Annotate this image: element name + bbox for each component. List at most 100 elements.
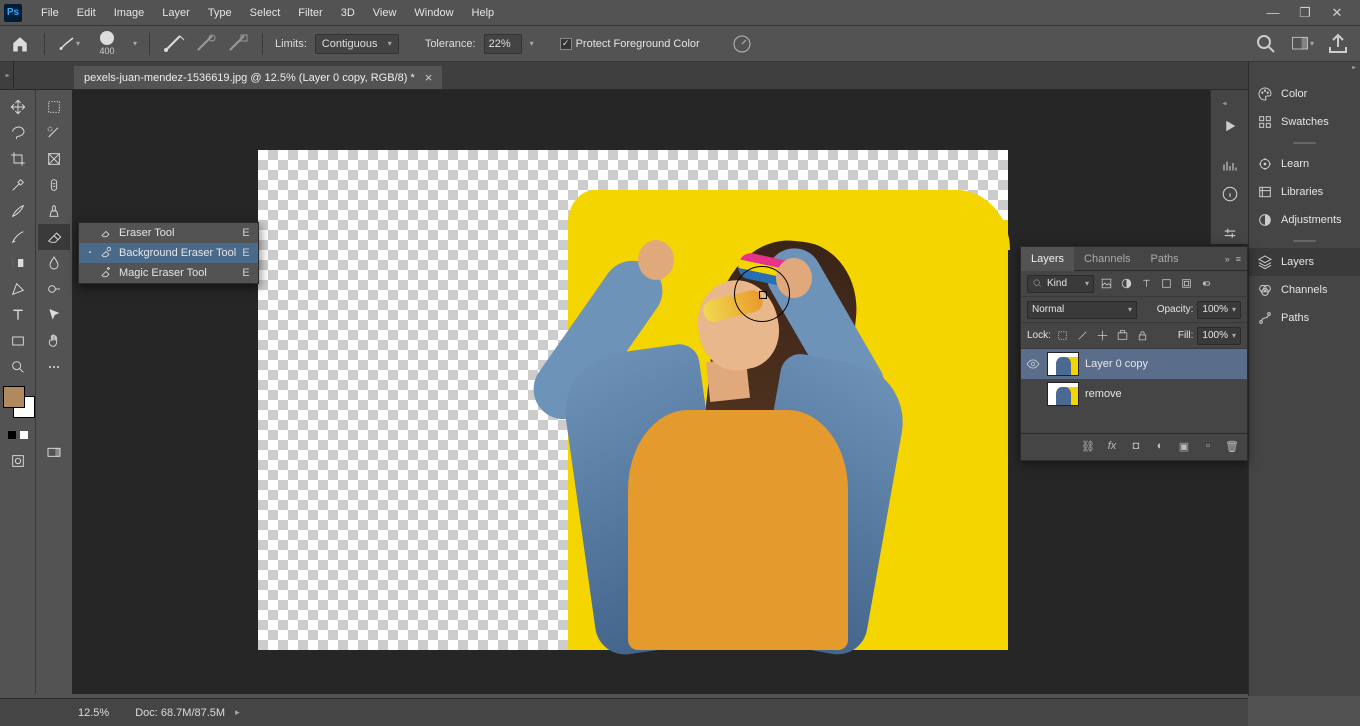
dodge-tool[interactable] — [38, 276, 70, 302]
opacity-input[interactable]: 100%▾ — [1197, 301, 1241, 319]
new-layer-icon[interactable]: ▫ — [1201, 440, 1215, 454]
menu-layer[interactable]: Layer — [153, 0, 199, 26]
filter-type-icon[interactable] — [1138, 276, 1154, 292]
limits-select[interactable]: Contiguous▾ — [315, 34, 399, 54]
expand-left-toggle[interactable] — [0, 61, 14, 89]
protect-fg-checkbox[interactable]: Protect Foreground Color — [560, 38, 700, 50]
menu-filter[interactable]: Filter — [289, 0, 331, 26]
brush-preview[interactable]: 400 — [89, 31, 125, 56]
visibility-toggle[interactable] — [1025, 386, 1041, 402]
gradient-tool[interactable] — [2, 250, 34, 276]
group-icon[interactable]: ▣ — [1177, 440, 1191, 454]
blend-mode-select[interactable]: Normal▾ — [1027, 301, 1137, 319]
lock-trans-icon[interactable] — [1055, 328, 1071, 344]
panel-color[interactable]: Color — [1249, 80, 1360, 108]
panel-paths[interactable]: Paths — [1249, 304, 1360, 332]
lock-all-icon[interactable] — [1135, 328, 1151, 344]
histogram-icon[interactable] — [1215, 156, 1245, 176]
layer-row[interactable]: Layer 0 copy — [1021, 349, 1247, 379]
filter-adjust-icon[interactable] — [1118, 276, 1134, 292]
adjustment-icon[interactable]: ◐ — [1153, 440, 1167, 454]
sampling-swatch-icon[interactable] — [226, 32, 250, 56]
tab-layers[interactable]: Layers — [1021, 247, 1074, 271]
tool-preset-picker[interactable]: ▾ — [57, 32, 81, 56]
panel-channels[interactable]: Channels — [1249, 276, 1360, 304]
screenmode-toggle[interactable] — [38, 440, 70, 466]
filter-smart-icon[interactable] — [1178, 276, 1194, 292]
path-select-tool[interactable] — [38, 302, 70, 328]
fx-icon[interactable]: fx — [1105, 440, 1119, 454]
maximize-button[interactable]: ❐ — [1296, 5, 1314, 21]
menu-window[interactable]: Window — [405, 0, 462, 26]
flyout-item[interactable]: Eraser ToolE — [79, 223, 258, 243]
close-tab-icon[interactable]: × — [425, 70, 433, 85]
sampling-once-icon[interactable] — [194, 32, 218, 56]
slice-tool[interactable] — [38, 146, 70, 172]
lock-nest-icon[interactable] — [1115, 328, 1131, 344]
collapse-toggle[interactable] — [1223, 96, 1237, 108]
quickmask-toggle[interactable] — [2, 448, 34, 474]
panel-layers[interactable]: Layers — [1249, 248, 1360, 276]
history-brush-tool[interactable] — [2, 224, 34, 250]
menu-view[interactable]: View — [364, 0, 406, 26]
menu-select[interactable]: Select — [241, 0, 290, 26]
flyout-item[interactable]: Magic Eraser ToolE — [79, 263, 258, 283]
menu-help[interactable]: Help — [463, 0, 504, 26]
pressure-icon[interactable] — [730, 32, 754, 56]
visibility-toggle[interactable] — [1025, 356, 1041, 372]
sampling-continuous-icon[interactable] — [162, 32, 186, 56]
healing-brush-tool[interactable] — [38, 172, 70, 198]
adjust-presets-icon[interactable] — [1215, 224, 1245, 244]
clone-stamp-tool[interactable] — [38, 198, 70, 224]
tolerance-input[interactable]: 22% — [484, 34, 522, 54]
marquee-tool[interactable] — [38, 94, 70, 120]
info-icon[interactable] — [1215, 184, 1245, 204]
lock-pos-icon[interactable] — [1095, 328, 1111, 344]
filter-image-icon[interactable] — [1098, 276, 1114, 292]
fill-input[interactable]: 100%▾ — [1197, 327, 1241, 345]
menu-file[interactable]: File — [32, 0, 68, 26]
menu-image[interactable]: Image — [105, 0, 154, 26]
layer-row[interactable]: remove — [1021, 379, 1247, 409]
menu-edit[interactable]: Edit — [68, 0, 105, 26]
filter-shape-icon[interactable] — [1158, 276, 1174, 292]
panel-libraries[interactable]: Libraries — [1249, 178, 1360, 206]
lasso-tool[interactable] — [2, 120, 34, 146]
type-tool[interactable] — [2, 302, 34, 328]
crop-tool[interactable] — [2, 146, 34, 172]
layer-filter-kind[interactable]: Kind▾ — [1027, 275, 1094, 293]
brush-tool[interactable] — [2, 198, 34, 224]
color-swatches[interactable] — [1, 386, 35, 426]
close-button[interactable]: ✕ — [1328, 5, 1346, 21]
zoom-level[interactable]: 12.5% — [78, 707, 109, 719]
lock-paint-icon[interactable] — [1075, 328, 1091, 344]
layer-name[interactable]: Layer 0 copy — [1085, 358, 1148, 370]
collapse-panel-toggle[interactable] — [1249, 62, 1360, 80]
flyout-item[interactable]: ▪Background Eraser ToolE — [79, 243, 258, 263]
expand-panel-icon[interactable]: » — [1225, 254, 1230, 264]
eraser-tool[interactable] — [38, 224, 70, 250]
pen-tool[interactable] — [2, 276, 34, 302]
tab-channels[interactable]: Channels — [1074, 247, 1140, 271]
link-layers-icon[interactable]: ⛓ — [1081, 440, 1095, 454]
panel-learn[interactable]: Learn — [1249, 150, 1360, 178]
panel-menu-icon[interactable]: ≡ — [1236, 254, 1241, 264]
eyedropper-tool[interactable] — [2, 172, 34, 198]
rectangle-tool[interactable] — [2, 328, 34, 354]
search-icon[interactable] — [1254, 32, 1278, 56]
share-icon[interactable] — [1326, 32, 1350, 56]
minimize-button[interactable]: — — [1264, 5, 1282, 21]
hand-tool[interactable] — [38, 328, 70, 354]
trash-icon[interactable]: 🗑 — [1225, 440, 1239, 454]
mask-icon[interactable]: ◘ — [1129, 440, 1143, 454]
blur-tool[interactable] — [38, 250, 70, 276]
quick-select-tool[interactable] — [38, 120, 70, 146]
zoom-tool[interactable] — [2, 354, 34, 380]
menu-3d[interactable]: 3D — [332, 0, 364, 26]
home-icon[interactable] — [8, 32, 32, 56]
panel-swatches[interactable]: Swatches — [1249, 108, 1360, 136]
document-canvas[interactable] — [258, 150, 1008, 650]
move-tool[interactable] — [2, 94, 34, 120]
menu-type[interactable]: Type — [199, 0, 241, 26]
filter-toggle[interactable] — [1198, 276, 1214, 292]
